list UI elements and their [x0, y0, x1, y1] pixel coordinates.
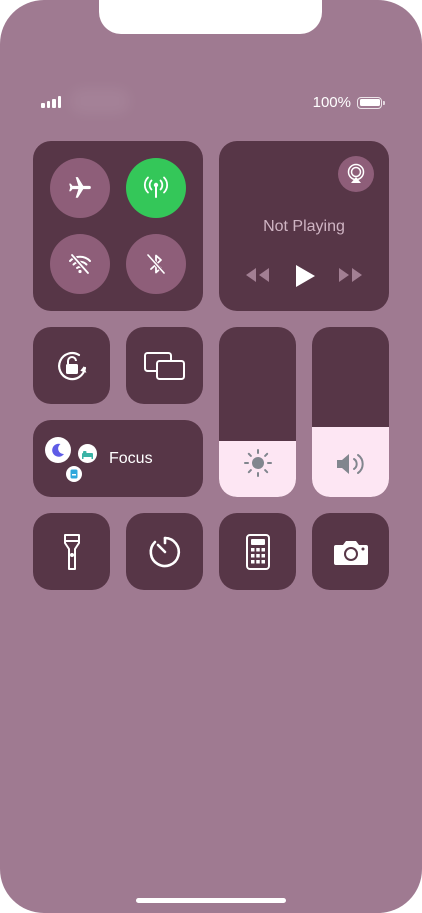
now-playing-module[interactable]: Not Playing	[219, 141, 389, 311]
control-center: 100% Not Playing Focus	[0, 0, 422, 913]
cellular-data-button[interactable]	[126, 158, 186, 218]
sun-icon	[219, 447, 296, 479]
next-track-button[interactable]	[337, 265, 365, 290]
speaker-icon	[312, 449, 389, 479]
flashlight-button[interactable]	[33, 513, 110, 590]
previous-track-button[interactable]	[243, 265, 271, 290]
volume-slider[interactable]	[312, 327, 389, 497]
cellular-antenna-icon	[144, 176, 168, 198]
rotation-lock-button[interactable]	[33, 327, 110, 404]
calculator-icon	[245, 533, 270, 570]
notch	[99, 0, 322, 34]
play-icon	[296, 265, 315, 287]
focus-label: Focus	[109, 450, 153, 467]
rotation-lock-icon	[57, 351, 86, 380]
badge-icon	[66, 466, 82, 482]
airplay-button[interactable]	[338, 156, 374, 192]
camera-icon	[333, 540, 368, 565]
airplane-icon	[69, 177, 91, 198]
play-button[interactable]	[293, 263, 317, 294]
wifi-button[interactable]	[50, 234, 110, 294]
airplane-mode-button[interactable]	[50, 158, 110, 218]
wifi-off-icon	[69, 253, 91, 275]
fast-forward-icon	[339, 268, 362, 282]
connectivity-module	[33, 141, 203, 311]
timer-button[interactable]	[126, 513, 203, 590]
timer-icon	[149, 536, 180, 567]
calculator-button[interactable]	[219, 513, 296, 590]
camera-button[interactable]	[312, 513, 389, 590]
signal-strength-icon	[41, 96, 61, 108]
brightness-slider[interactable]	[219, 327, 296, 497]
carrier-blur	[70, 88, 130, 114]
bed-icon	[78, 444, 97, 463]
battery-status: 100%	[312, 94, 385, 111]
flashlight-icon	[63, 533, 80, 570]
now-playing-status: Not Playing	[263, 218, 345, 235]
bluetooth-button[interactable]	[126, 234, 186, 294]
airplay-icon	[347, 163, 365, 183]
screen-mirroring-button[interactable]	[126, 327, 203, 404]
rewind-icon	[246, 268, 269, 282]
moon-icon	[45, 437, 71, 463]
battery-icon	[357, 96, 385, 109]
focus-button[interactable]: Focus	[33, 420, 203, 497]
battery-percent: 100%	[312, 94, 351, 111]
screen-mirroring-icon	[143, 351, 185, 380]
bluetooth-off-icon	[146, 253, 166, 275]
home-indicator[interactable]	[136, 898, 286, 903]
